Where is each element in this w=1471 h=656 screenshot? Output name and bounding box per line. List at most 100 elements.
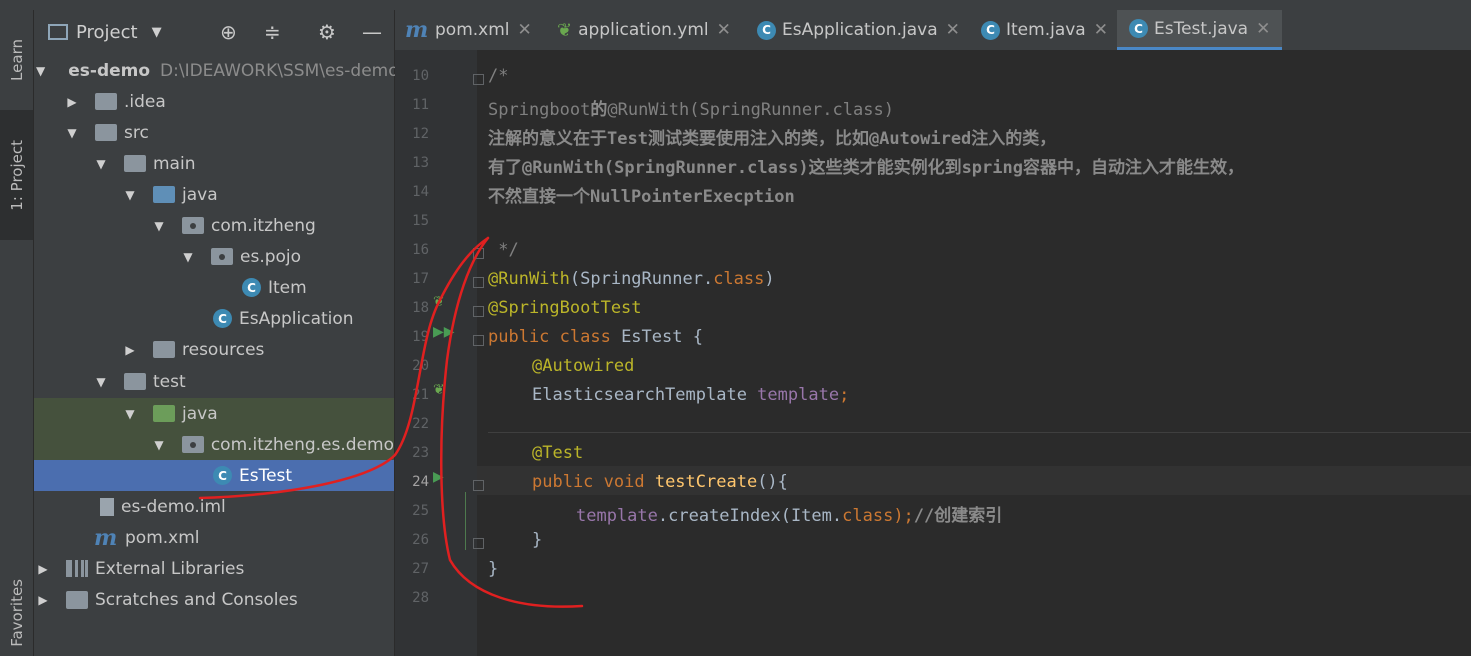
collapse-all-icon[interactable]: ≑	[264, 20, 281, 44]
autowired-bean-icon[interactable]: ❦	[433, 382, 445, 398]
tree-item-label: es-demo	[68, 60, 151, 81]
comment-text: @RunWith(SpringRunner.class)	[607, 100, 894, 120]
fold-marker-icon[interactable]	[473, 538, 484, 549]
tree-item-external-libraries[interactable]: ▶ External Libraries	[34, 553, 394, 584]
tree-item-estest[interactable]: C EsTest	[34, 460, 394, 491]
line-number: 19	[412, 329, 429, 345]
expand-arrow-icon[interactable]: ▼	[123, 407, 137, 421]
collapse-arrow-icon[interactable]: ▶	[65, 95, 79, 109]
locate-icon[interactable]: ⊕	[220, 20, 237, 44]
project-tool-button[interactable]: 1: Project	[0, 110, 33, 240]
tree-item-label: EsApplication	[239, 308, 354, 329]
run-all-tests-icon[interactable]: ▶▶	[433, 324, 455, 340]
fold-marker-icon[interactable]	[473, 480, 484, 491]
expand-arrow-icon[interactable]: ▼	[152, 219, 166, 233]
tree-item-idea[interactable]: ▶ .idea	[34, 86, 394, 117]
tree-item-main[interactable]: ▼ main	[34, 148, 394, 179]
fold-marker-icon[interactable]	[473, 74, 484, 85]
tab-estest-java[interactable]: C EsTest.java ✕	[1117, 10, 1283, 50]
line-number-current: 24	[412, 474, 429, 490]
collapse-arrow-icon[interactable]: ▶	[123, 343, 137, 357]
source-folder-icon	[153, 186, 175, 203]
fold-marker-icon[interactable]	[473, 306, 484, 317]
learn-label: Learn	[7, 39, 26, 81]
code-editor[interactable]: 10 11 12 13 14 15 16 17 18 19 20 21 22 2…	[395, 50, 1471, 656]
tree-item-test-java[interactable]: ▼ java	[34, 398, 394, 429]
expand-arrow-icon[interactable]: ▼	[181, 250, 195, 264]
tree-item-label: .idea	[124, 91, 166, 112]
tree-item-es-demo[interactable]: ▼ es-demo D:\IDEAWORK\SSM\es-demo	[34, 55, 399, 86]
learn-tool-button[interactable]: Learn	[0, 20, 33, 100]
line-number: 22	[412, 416, 429, 432]
tree-item-main-java[interactable]: ▼ java	[34, 179, 394, 210]
comment-text: //创建索引	[913, 506, 1003, 526]
tab-pom-xml[interactable]: m pom.xml ✕	[405, 10, 532, 50]
code-token: }	[532, 530, 543, 550]
tree-item-item[interactable]: C Item	[34, 272, 394, 303]
comment-text: Springboot	[488, 100, 591, 120]
tree-item-label: java	[182, 184, 218, 205]
project-tool-label: 1: Project	[7, 139, 26, 211]
tree-item-com-itzheng[interactable]: ▼ com.itzheng	[34, 210, 394, 241]
module-path: D:\IDEAWORK\SSM\es-demo	[160, 60, 399, 81]
fold-marker-icon[interactable]	[473, 335, 484, 346]
tree-item-pom-xml[interactable]: m pom.xml	[34, 522, 394, 553]
maven-icon: m	[94, 524, 118, 551]
close-icon[interactable]: ✕	[518, 20, 532, 40]
tree-item-es-pojo[interactable]: ▼ es.pojo	[34, 241, 394, 272]
run-test-icon[interactable]: ▶	[433, 469, 444, 485]
line-number: 13	[412, 155, 429, 171]
method-name-token: testCreate	[654, 472, 758, 492]
tree-item-scratches[interactable]: ▶ Scratches and Consoles	[34, 584, 394, 615]
code-line-20: @Autowired	[532, 356, 634, 376]
tree-item-esapplication[interactable]: C EsApplication	[34, 303, 394, 334]
project-view-selector[interactable]: Project	[76, 22, 138, 43]
expand-arrow-icon[interactable]: ▼	[65, 126, 79, 140]
chevron-down-icon[interactable]: ▼	[152, 25, 162, 40]
line-number: 16	[412, 242, 429, 258]
line-number: 23	[412, 445, 429, 461]
fold-marker-icon[interactable]	[473, 248, 484, 259]
package-icon	[211, 248, 233, 265]
close-icon[interactable]: ✕	[1094, 20, 1108, 40]
maven-icon: m	[405, 17, 429, 43]
tree-item-es-demo-iml[interactable]: es-demo.iml	[34, 491, 394, 522]
code-line-13: 有了@RunWith(SpringRunner.class)这些类才能实例化到s…	[488, 153, 1244, 178]
spring-bean-icon[interactable]: ❦	[433, 294, 445, 310]
tree-item-com-itzheng-es-demo[interactable]: ▼ com.itzheng.es.demo	[34, 429, 394, 460]
code-line-11: Springboot的@RunWith(SpringRunner.class)	[488, 95, 894, 120]
class-icon: C	[242, 278, 261, 297]
code-token: (SpringRunner.	[569, 269, 714, 289]
spring-class-icon: C	[213, 309, 232, 328]
hide-icon[interactable]: —	[362, 20, 382, 44]
collapse-arrow-icon[interactable]: ▶	[36, 593, 50, 607]
tab-esapplication-java[interactable]: C EsApplication.java ✕	[757, 10, 960, 50]
code-line-16: */	[488, 240, 518, 260]
tree-item-label: pom.xml	[125, 527, 200, 548]
tab-item-java[interactable]: C Item.java ✕	[981, 10, 1108, 50]
expand-arrow-icon[interactable]: ▼	[94, 375, 108, 389]
tree-item-resources[interactable]: ▶ resources	[34, 334, 394, 365]
expand-arrow-icon[interactable]: ▼	[152, 438, 166, 452]
gear-icon[interactable]: ⚙	[318, 20, 336, 44]
collapse-arrow-icon[interactable]: ▶	[36, 562, 50, 576]
tab-application-yml[interactable]: ❦ application.yml ✕	[557, 10, 731, 50]
expand-arrow-icon[interactable]: ▼	[94, 157, 108, 171]
expand-arrow-icon[interactable]: ▼	[123, 188, 137, 202]
fold-marker-icon[interactable]	[473, 277, 484, 288]
favorites-tool-button[interactable]: Favorites	[0, 570, 33, 656]
expand-arrow-icon[interactable]: ▼	[36, 64, 45, 78]
tab-label: Item.java	[1006, 20, 1086, 40]
tree-item-test[interactable]: ▼ test	[34, 366, 394, 397]
line-number: 18	[412, 300, 429, 316]
scratches-icon	[66, 590, 88, 609]
close-icon[interactable]: ✕	[717, 20, 731, 40]
field-token: template	[576, 506, 658, 526]
close-icon[interactable]: ✕	[1256, 19, 1270, 39]
tree-item-src[interactable]: ▼ src	[34, 117, 394, 148]
close-icon[interactable]: ✕	[946, 20, 960, 40]
code-line-10: /*	[488, 66, 508, 86]
annotation-token: @Test	[532, 443, 584, 463]
field-token: template	[757, 385, 840, 405]
tree-item-label: EsTest	[239, 465, 293, 486]
